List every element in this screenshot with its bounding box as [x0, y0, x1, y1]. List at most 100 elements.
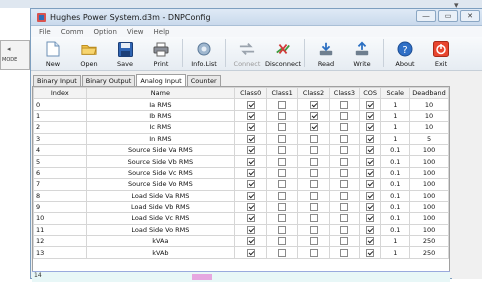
- cell-deadband[interactable]: 100: [409, 166, 449, 180]
- cell-deadband[interactable]: 100: [409, 178, 449, 191]
- tab-analog-input[interactable]: Analog Input: [136, 74, 186, 86]
- table-row[interactable]: 9 Load Side Vb RMS 0.1 100: [33, 200, 449, 214]
- class1-checkbox[interactable]: [278, 100, 287, 109]
- cos-checkbox[interactable]: [366, 214, 375, 223]
- class0-checkbox[interactable]: [246, 237, 255, 246]
- class0-checkbox[interactable]: [246, 225, 255, 234]
- maximize-button[interactable]: ▭: [438, 10, 458, 22]
- class0-checkbox[interactable]: [246, 134, 255, 143]
- cell-name[interactable]: Source Side Vo RMS: [85, 178, 236, 191]
- cell-deadband[interactable]: 5: [409, 132, 449, 145]
- class1-checkbox[interactable]: [278, 134, 287, 143]
- class0-checkbox[interactable]: [246, 248, 255, 257]
- cell-deadband[interactable]: 100: [409, 223, 449, 237]
- menu-comm[interactable]: Comm: [61, 28, 84, 36]
- print-button[interactable]: Print: [143, 37, 179, 70]
- cell-deadband[interactable]: 100: [409, 200, 449, 214]
- cell-name[interactable]: kVAa: [85, 235, 236, 248]
- column-header-class2[interactable]: Class2: [297, 87, 331, 100]
- class2-checkbox[interactable]: [309, 214, 318, 223]
- class1-checkbox[interactable]: [278, 191, 287, 200]
- cos-checkbox[interactable]: [366, 248, 375, 257]
- cell-name[interactable]: Source Side Va RMS: [85, 143, 236, 157]
- cell-scale[interactable]: 0.1: [380, 212, 411, 225]
- menu-option[interactable]: Option: [94, 28, 117, 36]
- class2-checkbox[interactable]: [309, 203, 318, 212]
- class0-checkbox[interactable]: [246, 100, 255, 109]
- cell-scale[interactable]: 0.1: [380, 200, 411, 214]
- cos-checkbox[interactable]: [366, 237, 375, 246]
- class0-checkbox[interactable]: [246, 180, 255, 189]
- class3-checkbox[interactable]: [340, 225, 349, 234]
- column-header-class0[interactable]: Class0: [234, 87, 268, 100]
- cell-scale[interactable]: 1: [380, 121, 411, 134]
- cos-checkbox[interactable]: [366, 191, 375, 200]
- class3-checkbox[interactable]: [340, 168, 349, 177]
- table-row[interactable]: 8 Load Side Va RMS 0.1 100: [33, 189, 449, 202]
- cell-deadband[interactable]: 10: [409, 109, 449, 123]
- cell-name[interactable]: Ib RMS: [85, 109, 236, 123]
- cell-deadband[interactable]: 100: [409, 212, 449, 225]
- table-row[interactable]: 1 Ib RMS 1 10: [33, 109, 449, 123]
- table-row[interactable]: 7 Source Side Vo RMS 0.1 100: [33, 178, 449, 191]
- class0-checkbox[interactable]: [246, 168, 255, 177]
- class3-checkbox[interactable]: [340, 134, 349, 143]
- cell-scale[interactable]: 1: [380, 235, 411, 248]
- class3-checkbox[interactable]: [340, 100, 349, 109]
- column-header-cos[interactable]: COS: [358, 87, 382, 100]
- cos-checkbox[interactable]: [366, 134, 375, 143]
- cell-scale[interactable]: 0.1: [380, 155, 411, 168]
- class2-checkbox[interactable]: [309, 237, 318, 246]
- cell-scale[interactable]: 0.1: [380, 223, 411, 237]
- table-row[interactable]: 2 Ic RMS 1 10: [33, 121, 449, 134]
- class0-checkbox[interactable]: [246, 157, 255, 166]
- class1-checkbox[interactable]: [278, 157, 287, 166]
- cell-name[interactable]: Load Side Vb RMS: [85, 200, 236, 214]
- column-header-name[interactable]: Name: [85, 87, 236, 100]
- cell-name[interactable]: In RMS: [85, 132, 236, 145]
- class3-checkbox[interactable]: [340, 191, 349, 200]
- cell-name[interactable]: Load Side Vo RMS: [85, 223, 236, 237]
- cos-checkbox[interactable]: [366, 203, 375, 212]
- table-row[interactable]: 5 Source Side Vb RMS 0.1 100: [33, 155, 449, 168]
- table-row[interactable]: 13 kVAb 1 250: [33, 246, 449, 259]
- table-row[interactable]: 12 kVAa 1 250: [33, 235, 449, 248]
- class1-checkbox[interactable]: [278, 203, 287, 212]
- column-header-index[interactable]: Index: [33, 87, 87, 100]
- cell-deadband[interactable]: 250: [409, 246, 449, 259]
- class2-checkbox[interactable]: [309, 134, 318, 143]
- class0-checkbox[interactable]: [246, 203, 255, 212]
- save-button[interactable]: Save: [107, 37, 143, 70]
- cos-checkbox[interactable]: [366, 146, 375, 155]
- cos-checkbox[interactable]: [366, 225, 375, 234]
- class1-checkbox[interactable]: [278, 225, 287, 234]
- class1-checkbox[interactable]: [278, 180, 287, 189]
- class2-checkbox[interactable]: [309, 191, 318, 200]
- class2-checkbox[interactable]: [309, 225, 318, 234]
- column-header-deadband[interactable]: Deadband: [409, 87, 449, 100]
- cell-deadband[interactable]: 100: [409, 155, 449, 168]
- class1-checkbox[interactable]: [278, 168, 287, 177]
- cell-name[interactable]: Load Side Vc RMS: [85, 212, 236, 225]
- cell-deadband[interactable]: 100: [409, 189, 449, 202]
- class0-checkbox[interactable]: [246, 111, 255, 120]
- class1-checkbox[interactable]: [278, 237, 287, 246]
- new-button[interactable]: New: [35, 37, 71, 70]
- connect-button[interactable]: Connect: [229, 37, 265, 70]
- table-row[interactable]: 3 In RMS 1 5: [33, 132, 449, 145]
- open-button[interactable]: Open: [71, 37, 107, 70]
- tab-binary-output[interactable]: Binary Output: [81, 75, 136, 86]
- class2-checkbox[interactable]: [309, 180, 318, 189]
- class2-checkbox[interactable]: [309, 157, 318, 166]
- class2-checkbox[interactable]: [309, 123, 318, 132]
- cos-checkbox[interactable]: [366, 111, 375, 120]
- cell-deadband[interactable]: 100: [409, 143, 449, 157]
- write-button[interactable]: Write: [344, 37, 380, 70]
- class2-checkbox[interactable]: [309, 146, 318, 155]
- class3-checkbox[interactable]: [340, 237, 349, 246]
- cos-checkbox[interactable]: [366, 180, 375, 189]
- cell-scale[interactable]: 0.1: [380, 189, 411, 202]
- class2-checkbox[interactable]: [309, 248, 318, 257]
- exit-button[interactable]: Exit: [423, 37, 459, 70]
- class3-checkbox[interactable]: [340, 180, 349, 189]
